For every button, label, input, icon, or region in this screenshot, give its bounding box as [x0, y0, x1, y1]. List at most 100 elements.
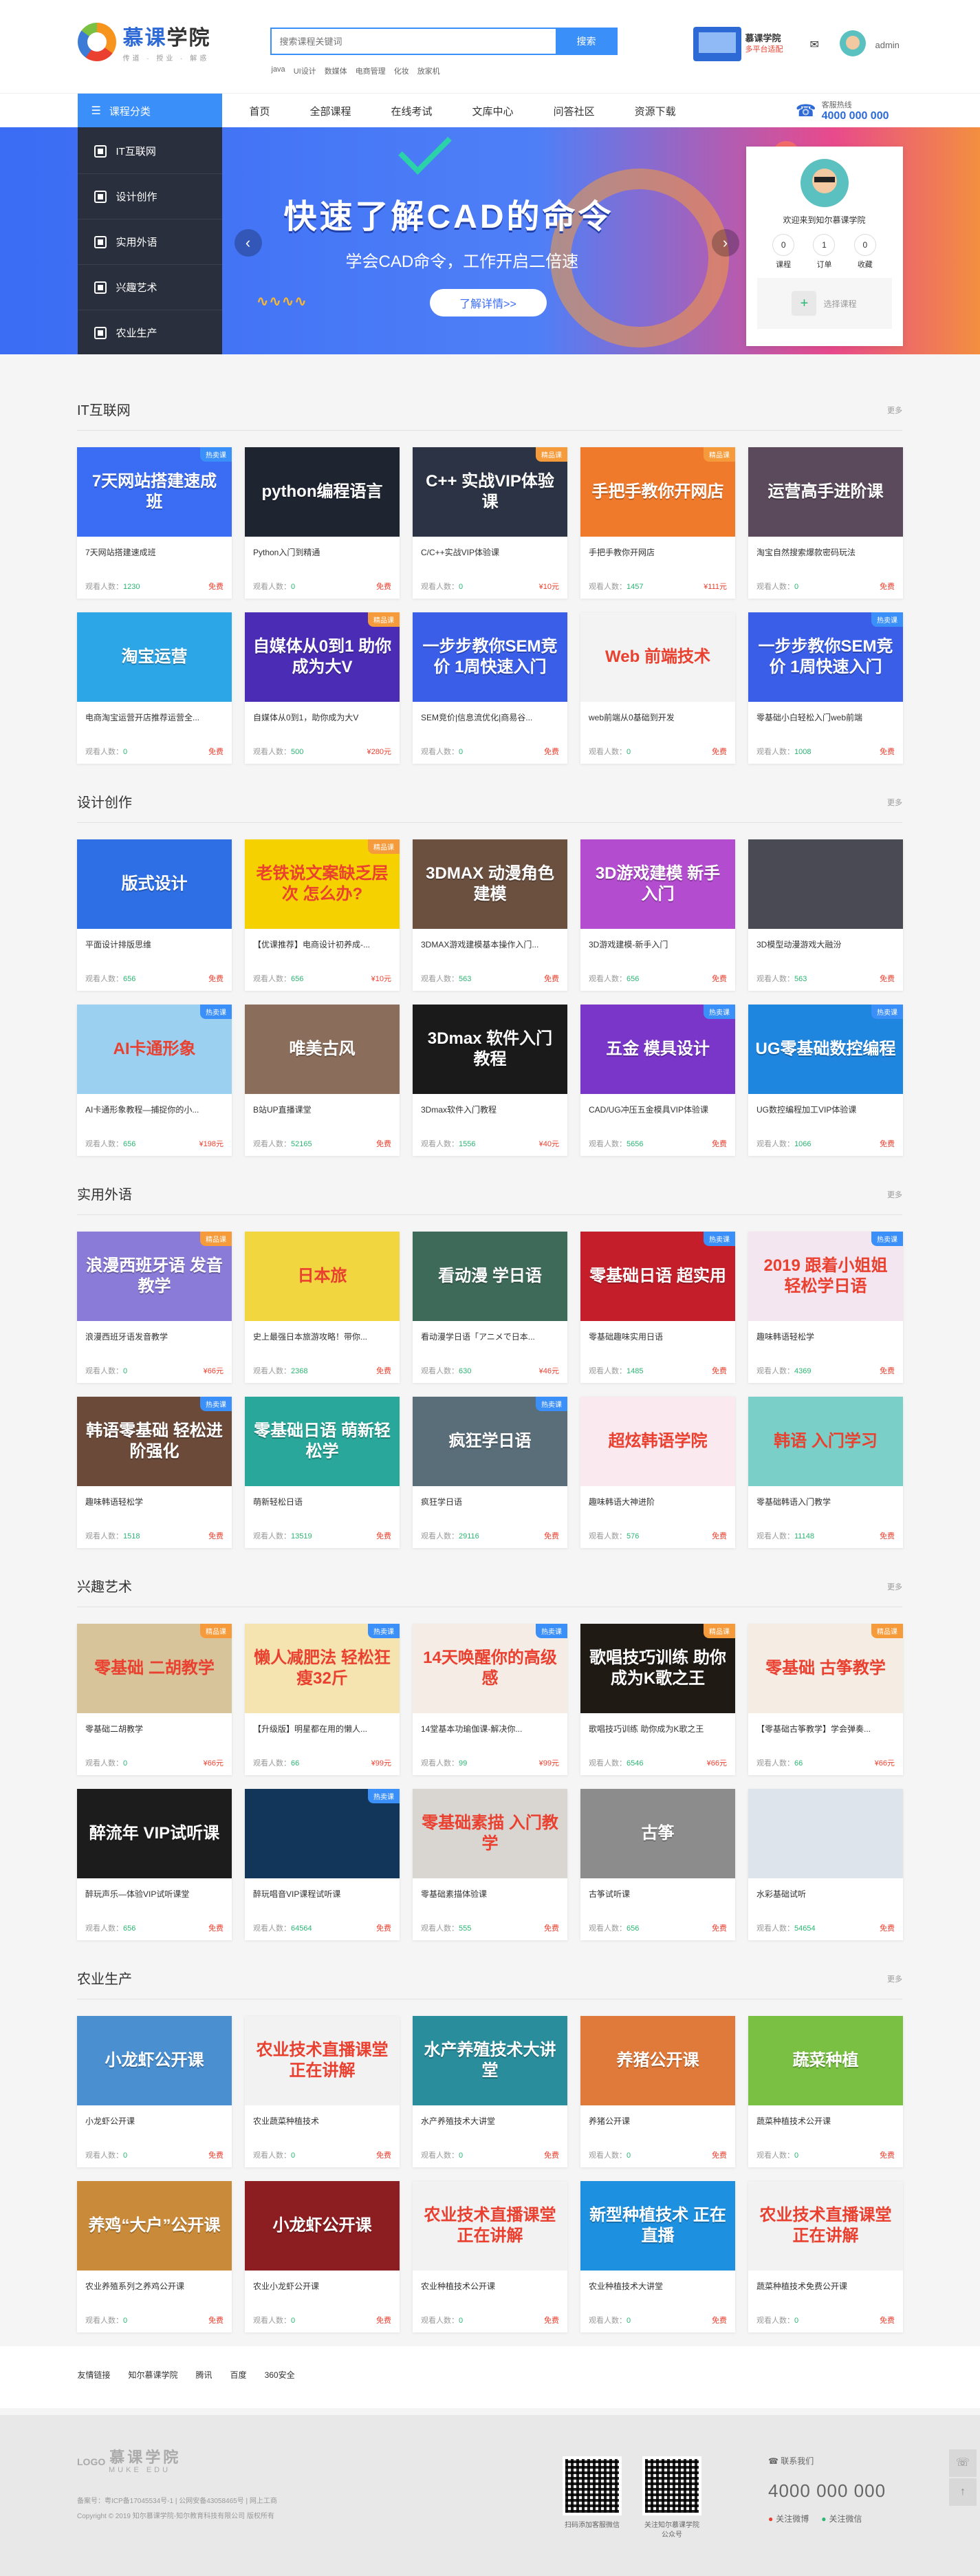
course-title[interactable]: C/C++实战VIP体验课: [413, 537, 567, 558]
course-card[interactable]: 古筝 古筝试听课 观看人数：656 免费: [580, 1789, 735, 1940]
course-title[interactable]: 疯狂学日语: [413, 1486, 567, 1507]
sidebar-category[interactable]: IT互联网: [77, 129, 222, 174]
course-title[interactable]: 蔬菜种植技术公开课: [748, 2105, 903, 2127]
course-title[interactable]: AI卡通形象教程—捕捉你的小...: [77, 1094, 232, 1115]
course-thumbnail[interactable]: 3D游戏建模 新手入门: [580, 839, 735, 929]
course-thumbnail[interactable]: python编程语言: [245, 447, 400, 537]
course-card[interactable]: 超炫韩语学院 趣味韩语大神进阶 观看人数：576 免费: [580, 1397, 735, 1548]
back-to-top-icon[interactable]: ↑: [949, 2478, 977, 2506]
course-thumbnail[interactable]: 古筝: [580, 1789, 735, 1878]
course-thumbnail[interactable]: 韩语零基础 轻松进阶强化 热卖课: [77, 1397, 232, 1486]
course-card[interactable]: 零基础素描 入门教学 零基础素描体验课 观看人数：555 免费: [413, 1789, 567, 1940]
course-thumbnail[interactable]: 懒人减肥法 轻松狂瘦32斤 热卖课: [245, 1624, 400, 1713]
sidebar-category[interactable]: 农业生产: [78, 310, 222, 354]
course-card[interactable]: 零基础 二胡教学 精品课 零基础二胡教学 观看人数：0 ¥66元: [77, 1624, 232, 1775]
course-card[interactable]: 农业技术直播课堂 正在讲解 蔬菜种植技术免费公开课 观看人数：0 免费: [748, 2181, 903, 2332]
course-thumbnail[interactable]: 热卖课: [245, 1789, 400, 1878]
course-title[interactable]: 农业养殖系列之养鸡公开课: [77, 2271, 232, 2292]
course-title[interactable]: CAD/UG冲压五金模具VIP体验课: [580, 1094, 735, 1115]
course-thumbnail[interactable]: 14天唤醒你的高级感 热卖课: [413, 1624, 567, 1713]
course-title[interactable]: 【升级版】明星都在用的懒人...: [245, 1713, 400, 1735]
course-title[interactable]: SEM竞价|信息流优化|商易谷...: [413, 702, 567, 723]
chat-icon[interactable]: ☏: [949, 2449, 977, 2477]
course-thumbnail[interactable]: 7天网站搭建速成班 热卖课: [77, 447, 232, 537]
sidebar-category[interactable]: 设计创作: [77, 174, 222, 219]
course-title[interactable]: 3DMAX游戏建模基本操作入门...: [413, 929, 567, 950]
course-title[interactable]: 农业种植技术公开课: [413, 2271, 567, 2292]
user-stat[interactable]: 0 收藏: [853, 234, 876, 270]
sidebar-category[interactable]: 兴趣艺术: [77, 265, 222, 310]
course-thumbnail[interactable]: 蔬菜种植: [748, 2016, 903, 2105]
course-title[interactable]: 趣味韩语轻松学: [77, 1486, 232, 1507]
nav-item[interactable]: 全部课程: [310, 104, 351, 118]
hot-keyword[interactable]: 放家机: [417, 65, 440, 76]
course-card[interactable]: 一步步教你SEM竞价 1周快速入门 SEM竞价|信息流优化|商易谷... 观看人数：…: [413, 612, 567, 764]
course-title[interactable]: 史上最强日本旅游攻略！带你...: [245, 1321, 400, 1342]
course-card[interactable]: 零基础 古筝教学 精品课 【零基础古筝教学】学会弹奏... 观看人数：66 ¥66元: [748, 1624, 903, 1775]
section-more-link[interactable]: 更多: [887, 405, 902, 416]
course-card[interactable]: 养猪公开课 养猪公开课 观看人数：0 免费: [580, 2016, 735, 2167]
course-card[interactable]: 14天唤醒你的高级感 热卖课 14堂基本功瑜伽课-解决你... 观看人数：99 ¥99元: [413, 1624, 567, 1775]
course-title[interactable]: 水产养殖技术大讲堂: [413, 2105, 567, 2127]
course-thumbnail[interactable]: [748, 1789, 903, 1878]
course-title[interactable]: 看动漫学日语「アニメで日本...: [413, 1321, 567, 1342]
user-stat[interactable]: 0 课程: [772, 234, 795, 270]
search-input[interactable]: [270, 28, 556, 55]
course-card[interactable]: 3D游戏建模 新手入门 3D游戏建模-新手入门 观看人数：656 免费: [580, 839, 735, 991]
course-thumbnail[interactable]: 零基础 二胡教学 精品课: [77, 1624, 232, 1713]
section-more-link[interactable]: 更多: [887, 1581, 902, 1592]
course-card[interactable]: C++ 实战VIP体验课 精品课 C/C++实战VIP体验课 观看人数：0 ¥10元: [413, 447, 567, 599]
user-stat[interactable]: 1 订单: [813, 234, 836, 270]
course-card[interactable]: 老铁说文案缺乏层次 怎么办? 精品课 【优课推荐】电商设计初养成-... 观看人数：6…: [245, 839, 400, 991]
course-thumbnail[interactable]: 农业技术直播课堂 正在讲解: [413, 2181, 567, 2271]
course-card[interactable]: 水彩基础试听 观看人数：54654 免费: [748, 1789, 903, 1940]
course-thumbnail[interactable]: 淘宝运营: [77, 612, 232, 702]
nav-item[interactable]: 在线考试: [391, 104, 433, 118]
course-card[interactable]: UG零基础数控编程 热卖课 UG数控编程加工VIP体验课 观看人数：1066 免费: [748, 1005, 903, 1156]
course-card[interactable]: 韩语 入门学习 零基础韩语入门教学 观看人数：11148 免费: [748, 1397, 903, 1548]
course-title[interactable]: UG数控编程加工VIP体验课: [748, 1094, 903, 1115]
course-title[interactable]: 农业种植技术大讲堂: [580, 2271, 735, 2292]
course-thumbnail[interactable]: 新型种植技术 正在直播: [580, 2181, 735, 2271]
course-thumbnail[interactable]: 零基础 古筝教学 精品课: [748, 1624, 903, 1713]
course-thumbnail[interactable]: 小龙虾公开课: [245, 2181, 400, 2271]
hot-keyword[interactable]: 数媒体: [325, 65, 347, 76]
course-thumbnail[interactable]: 养猪公开课: [580, 2016, 735, 2105]
course-thumbnail[interactable]: 农业技术直播课堂 正在讲解: [748, 2181, 903, 2271]
hot-keyword[interactable]: 化妆: [394, 65, 409, 76]
course-title[interactable]: web前端从0基础到开发: [580, 702, 735, 723]
course-thumbnail[interactable]: 3Dmax 软件入门教程: [413, 1005, 567, 1094]
banner-detail-button[interactable]: 了解详情>>: [429, 289, 547, 316]
course-title[interactable]: B站UP直播课堂: [245, 1094, 400, 1115]
course-thumbnail[interactable]: UG零基础数控编程 热卖课: [748, 1005, 903, 1094]
course-card[interactable]: 蔬菜种植 蔬菜种植技术公开课 观看人数：0 免费: [748, 2016, 903, 2167]
course-title[interactable]: 14堂基本功瑜伽课-解决你...: [413, 1713, 567, 1735]
course-thumbnail[interactable]: 醉流年 VIP试听课: [77, 1789, 232, 1878]
course-title[interactable]: 趣味韩语轻松学: [748, 1321, 903, 1342]
course-thumbnail[interactable]: 水产养殖技术大讲堂: [413, 2016, 567, 2105]
course-card[interactable]: 3Dmax 软件入门教程 3Dmax软件入门教程 观看人数：1556 ¥40元: [413, 1005, 567, 1156]
section-more-link[interactable]: 更多: [887, 1189, 902, 1200]
course-card[interactable]: 养鸡“大户”公开课 农业养殖系列之养鸡公开课 观看人数：0 免费: [77, 2181, 232, 2332]
course-title[interactable]: 淘宝自然搜索爆款密码玩法: [748, 537, 903, 558]
course-thumbnail[interactable]: 日本旅: [245, 1232, 400, 1321]
course-card[interactable]: 懒人减肥法 轻松狂瘦32斤 热卖课 【升级版】明星都在用的懒人... 观看人数：66 ¥…: [245, 1624, 400, 1775]
course-thumbnail[interactable]: AI卡通形象 热卖课: [77, 1005, 232, 1094]
course-title[interactable]: 萌新轻松日语: [245, 1486, 400, 1507]
course-thumbnail[interactable]: 疯狂学日语 热卖课: [413, 1397, 567, 1486]
course-title[interactable]: 平面设计排版思维: [77, 929, 232, 950]
course-thumbnail[interactable]: 看动漫 学日语: [413, 1232, 567, 1321]
course-card[interactable]: 2019 跟着小姐姐 轻松学日语 热卖课 趣味韩语轻松学 观看人数：4369 免费: [748, 1232, 903, 1383]
course-title[interactable]: 歌唱技巧训练 助你成为K歌之王: [580, 1713, 735, 1735]
course-title[interactable]: 手把手教你开网店: [580, 537, 735, 558]
hot-keyword[interactable]: java: [272, 65, 285, 76]
course-thumbnail[interactable]: 一步步教你SEM竞价 1周快速入门 热卖课: [748, 612, 903, 702]
hot-keyword[interactable]: 电商管理: [356, 65, 386, 76]
course-title[interactable]: Python入门到精通: [245, 537, 400, 558]
user-avatar[interactable]: [800, 159, 849, 207]
course-thumbnail[interactable]: 养鸡“大户”公开课: [77, 2181, 232, 2271]
course-thumbnail[interactable]: 运营高手进阶课: [748, 447, 903, 537]
course-thumbnail[interactable]: 农业技术直播课堂 正在讲解: [245, 2016, 400, 2105]
course-card[interactable]: 五金 模具设计 热卖课 CAD/UG冲压五金模具VIP体验课 观看人数：5656 免费: [580, 1005, 735, 1156]
course-thumbnail[interactable]: 浪漫西班牙语 发音教学 精品课: [77, 1232, 232, 1321]
